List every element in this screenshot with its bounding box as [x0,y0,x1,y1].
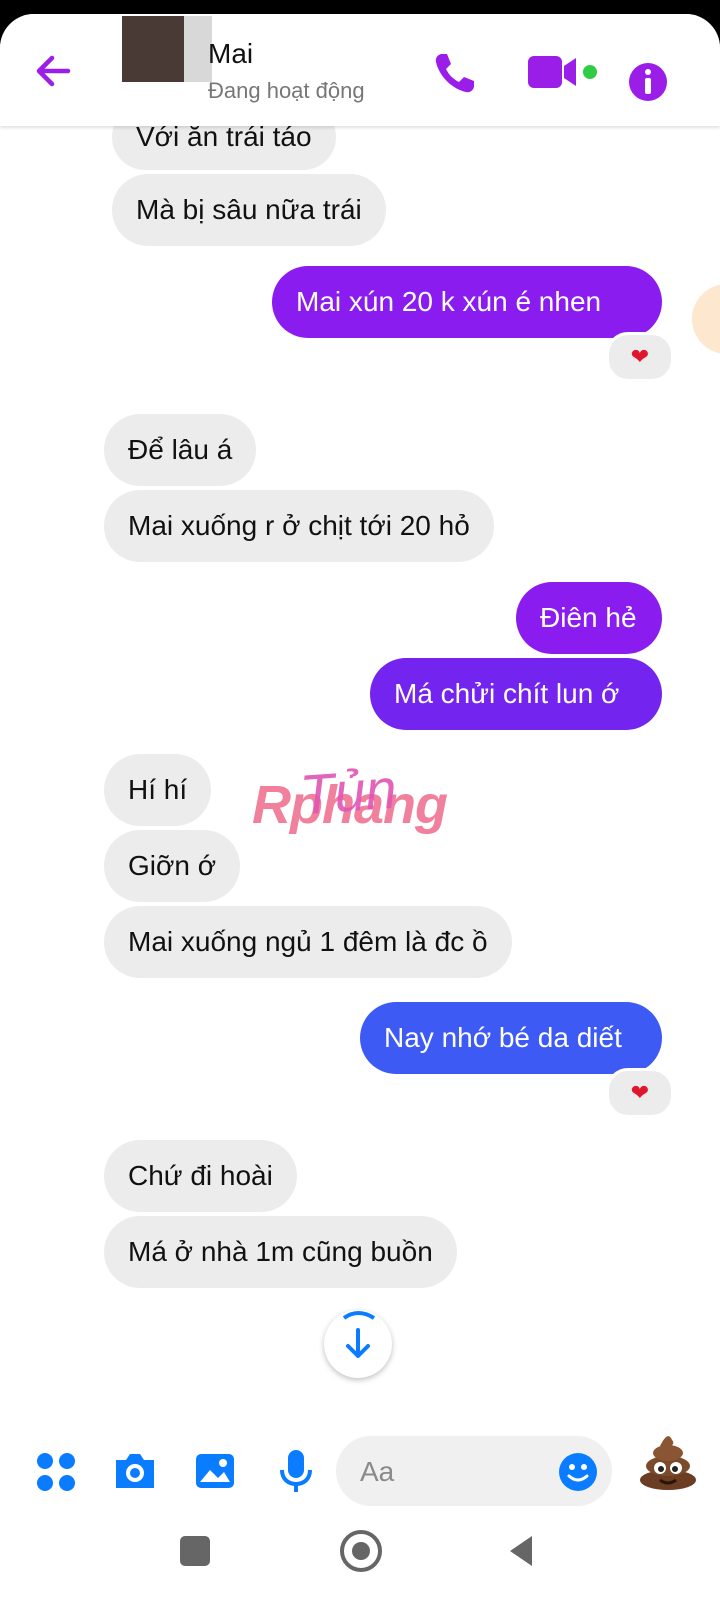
recent-apps-button[interactable] [180,1536,210,1566]
heart-reaction[interactable]: ❤ [606,332,674,382]
poop-emoji-icon [640,1436,696,1490]
arrow-left-icon [36,55,71,87]
call-button[interactable] [432,50,478,101]
quick-reaction-button[interactable] [636,1428,700,1497]
back-nav-button[interactable] [506,1534,536,1568]
heart-reaction[interactable]: ❤ [606,1068,674,1118]
message-text: Mai xún 20 k xún é nhen [296,286,602,317]
contact-name[interactable]: Mai [208,38,253,70]
heart-icon: ❤ [630,344,650,369]
message-text: Nay nhớ bé da diết [384,1022,622,1053]
heart-icon: ❤ [630,1080,650,1105]
phone-icon [435,54,474,93]
message-incoming[interactable]: Hí hí [104,754,212,826]
message-outgoing[interactable]: Nay nhớ bé da diết [360,1002,662,1074]
chat-header: Mai Đang hoạt động [0,14,720,126]
message-incoming[interactable]: Để lâu á [104,414,257,486]
info-icon [629,63,667,101]
message-incoming[interactable]: Má ở nhà 1m cũng buồn [104,1216,457,1288]
home-dot [352,1542,370,1560]
message-text: Mà bị sâu nữa trái [136,194,362,225]
message-list[interactable]: Với ăn trái táo Mà bị sâu nữa trái Mai x… [0,14,720,1434]
message-incoming[interactable]: Mai xuống r ở chịt tới 20 hỏ [104,490,494,562]
message-text: Hí hí [128,774,188,805]
message-outgoing[interactable]: Điên hẻ [516,582,662,654]
message-text: Giỡn ớ [128,850,217,881]
message-incoming[interactable]: Giỡn ớ [104,830,241,902]
message-text: Má chửi chít lun ớ [394,678,620,709]
message-composer: Aa [0,1434,720,1524]
menu-button[interactable] [36,1452,76,1497]
home-button[interactable] [340,1530,382,1572]
video-camera-icon [528,56,597,88]
info-button[interactable] [628,62,668,107]
messenger-screen: Với ăn trái táo Mà bị sâu nữa trái Mai x… [0,14,720,1613]
message-input[interactable]: Aa [336,1436,612,1506]
grid-dots-icon [37,1453,75,1491]
avatar[interactable] [122,16,184,82]
message-text: Mai xuống r ở chịt tới 20 hỏ [128,510,470,541]
microphone-icon [280,1450,312,1492]
watermark-signature: Tủn [297,756,399,827]
message-incoming[interactable]: Mà bị sâu nữa trái [112,174,386,246]
scroll-to-bottom-button[interactable] [324,1310,392,1378]
message-incoming[interactable]: Mai xuống ngủ 1 đêm là đc ồ [104,906,512,978]
message-outgoing[interactable]: Má chửi chít lun ớ [370,658,662,730]
gallery-button[interactable] [194,1450,236,1497]
image-icon [196,1454,234,1488]
message-text: Để lâu á [128,434,233,465]
message-text: Mai xuống ngủ 1 đêm là đc ồ [128,926,488,957]
message-text: Má ở nhà 1m cũng buồn [128,1236,433,1267]
message-outgoing[interactable]: Mai xún 20 k xún é nhen [272,266,662,338]
seen-avatar [692,284,720,354]
voice-button[interactable] [278,1448,314,1499]
message-input-placeholder: Aa [360,1456,395,1487]
message-text: Điên hẻ [540,602,637,633]
camera-icon [116,1454,154,1488]
camera-button[interactable] [112,1450,158,1497]
system-navigation-bar [0,1524,720,1613]
back-button[interactable] [28,46,78,96]
message-text: Chứ đi hoài [128,1160,273,1191]
arrow-down-icon [342,1311,376,1358]
message-incoming[interactable]: Chứ đi hoài [104,1140,297,1212]
active-status: Đang hoạt động [208,78,365,103]
video-call-button[interactable] [528,54,598,95]
smiley-icon[interactable] [558,1452,598,1492]
